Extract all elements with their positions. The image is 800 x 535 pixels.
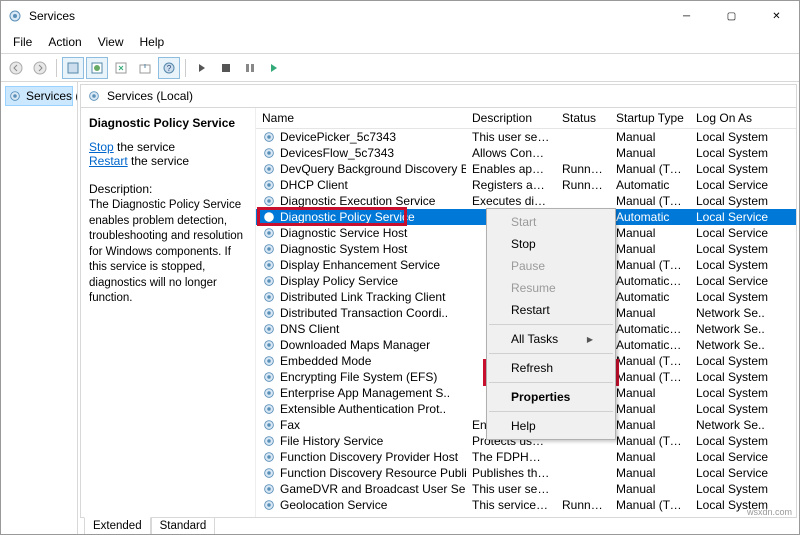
- pause-button[interactable]: [239, 57, 261, 79]
- gear-icon: [8, 89, 22, 103]
- ctx-refresh[interactable]: Refresh: [487, 357, 615, 379]
- ctx-properties[interactable]: Properties: [487, 386, 615, 408]
- forward-button[interactable]: [29, 57, 51, 79]
- ctx-stop[interactable]: Stop: [487, 233, 615, 255]
- toolbar-icon-2[interactable]: [86, 57, 108, 79]
- col-desc[interactable]: Description: [466, 108, 556, 128]
- maximize-button[interactable]: ▢: [709, 1, 754, 31]
- export-button[interactable]: [134, 57, 156, 79]
- ctx-restart[interactable]: Restart: [487, 299, 615, 321]
- context-menu: Start Stop Pause Resume Restart All Task…: [486, 208, 616, 440]
- restart-button[interactable]: [263, 57, 285, 79]
- detail-title: Diagnostic Policy Service: [89, 116, 247, 130]
- window-title: Services: [29, 9, 664, 23]
- col-name[interactable]: Name: [256, 108, 466, 128]
- back-button[interactable]: [5, 57, 27, 79]
- col-type[interactable]: Startup Type: [610, 108, 690, 128]
- main-panel: Services (Local) Diagnostic Policy Servi…: [78, 82, 799, 534]
- stop-link[interactable]: Stop: [89, 140, 114, 154]
- col-status[interactable]: Status: [556, 108, 610, 128]
- nav-label: Services (Local: [26, 89, 78, 103]
- detail-pane: Diagnostic Policy Service Stop the servi…: [81, 108, 256, 517]
- list-header: Name Description Status Startup Type Log…: [256, 108, 796, 129]
- ctx-pause: Pause: [487, 255, 615, 277]
- stop-button[interactable]: [215, 57, 237, 79]
- nav-services-local[interactable]: Services (Local: [5, 86, 73, 106]
- gear-icon: [87, 89, 101, 103]
- detail-actions: Stop the service Restart the service: [89, 140, 247, 168]
- panel-header: Services (Local): [80, 84, 797, 108]
- menu-file[interactable]: File: [7, 33, 38, 51]
- tab-extended[interactable]: Extended: [84, 517, 151, 534]
- app-icon: [7, 8, 23, 24]
- toolbar-icon-1[interactable]: [62, 57, 84, 79]
- table-row[interactable]: Geolocation ServiceThis service mo..Runn…: [256, 497, 796, 513]
- desc-label: Description:: [89, 182, 247, 196]
- restart-link[interactable]: Restart: [89, 154, 128, 168]
- col-logon[interactable]: Log On As: [690, 108, 776, 128]
- ctx-start: Start: [487, 211, 615, 233]
- help-button[interactable]: ?: [158, 57, 180, 79]
- nav-tree: Services (Local: [1, 82, 78, 534]
- panel-header-title: Services (Local): [107, 89, 193, 103]
- titlebar: Services ─ ▢ ✕: [1, 1, 799, 31]
- minimize-button[interactable]: ─: [664, 1, 709, 31]
- close-button[interactable]: ✕: [754, 1, 799, 31]
- refresh-button[interactable]: [110, 57, 132, 79]
- ctx-all-tasks[interactable]: All Tasks▶: [487, 328, 615, 350]
- services-window: Services ─ ▢ ✕ File Action View Help ? S…: [0, 0, 800, 535]
- play-button[interactable]: [191, 57, 213, 79]
- ctx-help[interactable]: Help: [487, 415, 615, 437]
- menu-action[interactable]: Action: [42, 33, 87, 51]
- toolbar: ?: [1, 54, 799, 82]
- watermark: wsxdn.com: [747, 507, 792, 517]
- menu-help[interactable]: Help: [134, 33, 171, 51]
- desc-text: The Diagnostic Policy Service enables pr…: [89, 198, 247, 307]
- menubar: File Action View Help: [1, 31, 799, 54]
- services-list: Name Description Status Startup Type Log…: [256, 108, 796, 517]
- svg-text:?: ?: [167, 64, 172, 73]
- view-tabs: ExtendedStandard: [78, 518, 799, 534]
- menu-view[interactable]: View: [92, 33, 130, 51]
- tab-standard[interactable]: Standard: [151, 518, 216, 534]
- chevron-right-icon: ▶: [587, 335, 593, 344]
- ctx-resume: Resume: [487, 277, 615, 299]
